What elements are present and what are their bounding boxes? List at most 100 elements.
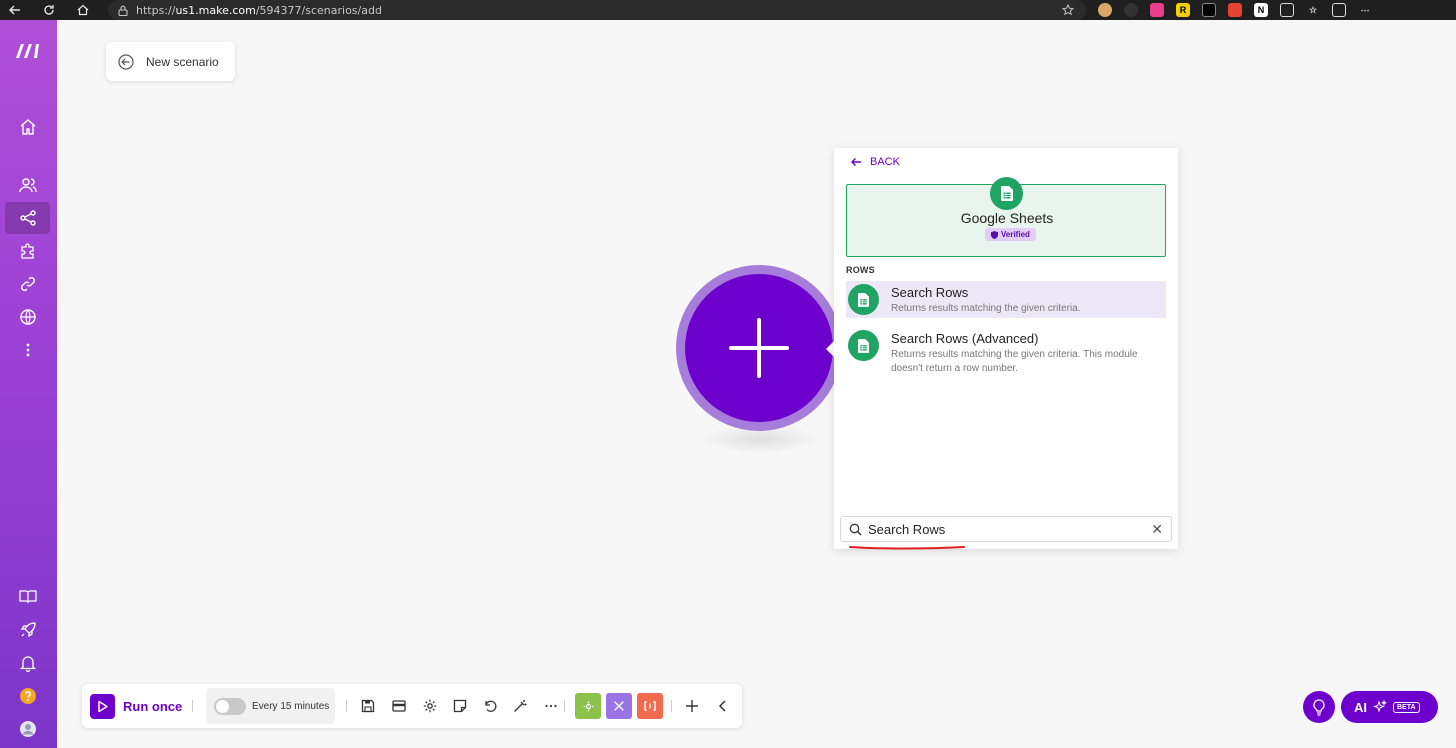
- sparkle-icon: [1373, 700, 1387, 713]
- browser-menu-icon[interactable]: ⋯: [1358, 3, 1372, 17]
- module-picker-panel: BACK Google Sheets Verified ROWS Search …: [834, 148, 1178, 549]
- search-input[interactable]: [868, 521, 1152, 537]
- google-sheets-icon: [990, 177, 1023, 210]
- section-label: ROWS: [846, 265, 875, 275]
- schedule-label[interactable]: Every 15 minutes: [252, 701, 329, 712]
- text-parser-tile[interactable]: [637, 693, 663, 719]
- url-text: https://us1.make.com/594377/scenarios/ad…: [136, 3, 382, 17]
- favorites-icon[interactable]: ☆: [1306, 3, 1320, 17]
- scenario-title[interactable]: New scenario: [146, 55, 219, 69]
- app-card[interactable]: Google Sheets Verified: [846, 177, 1166, 257]
- search-icon: [849, 523, 862, 535]
- scheduling-toggle[interactable]: [214, 697, 246, 715]
- arrow-left-icon: [851, 158, 861, 166]
- annotation-underline: [849, 546, 965, 550]
- notes-icon[interactable]: [450, 696, 470, 716]
- rocket-icon: [20, 622, 36, 638]
- module-title: Search Rows: [891, 285, 969, 300]
- extension-6-icon[interactable]: [1228, 3, 1242, 17]
- share-nodes-icon: [19, 210, 36, 226]
- run-once-label: Run once: [123, 698, 183, 714]
- browser-toolbar: https://us1.make.com/594377/scenarios/ad…: [0, 0, 1456, 20]
- sidebar-item-connections[interactable]: [5, 268, 50, 300]
- run-once-button[interactable]: Run once: [90, 692, 182, 720]
- add-icon[interactable]: [682, 696, 702, 716]
- home-icon: [20, 119, 35, 135]
- extension-2-icon[interactable]: [1124, 3, 1138, 17]
- back-circle-icon[interactable]: [118, 53, 134, 70]
- bell-icon: [19, 656, 36, 672]
- gear-icon: [583, 701, 593, 711]
- close-icon[interactable]: ✕: [1151, 521, 1163, 538]
- make-logo[interactable]: [14, 42, 42, 66]
- reload-icon[interactable]: [38, 0, 60, 20]
- avatar: [19, 721, 36, 737]
- divider: [564, 700, 565, 712]
- undo-icon[interactable]: [480, 696, 500, 716]
- extension-5-icon[interactable]: [1202, 3, 1216, 17]
- sidebar-item-launch[interactable]: [5, 614, 50, 646]
- divider: [346, 700, 347, 712]
- lightbulb-icon: [1313, 698, 1325, 716]
- schedule-control: Every 15 minutes: [206, 688, 335, 724]
- ai-assistant-button[interactable]: AI BETA: [1341, 691, 1438, 723]
- divider: [192, 700, 193, 712]
- divider: [671, 700, 672, 712]
- tools-tile[interactable]: [575, 693, 601, 719]
- sidebar-item-team[interactable]: [5, 169, 50, 201]
- collections-icon[interactable]: [1332, 3, 1346, 17]
- scheduling-settings-icon[interactable]: [389, 696, 409, 716]
- sidebar-item-more[interactable]: [5, 334, 50, 366]
- beta-badge: BETA: [1393, 701, 1420, 713]
- flow-control-icon: [614, 701, 624, 711]
- sidebar-item-notifications[interactable]: [5, 647, 50, 679]
- extension-1-icon[interactable]: [1098, 3, 1112, 17]
- ai-label: AI: [1354, 699, 1367, 715]
- search-field: ✕: [840, 516, 1172, 542]
- extension-4-icon[interactable]: R: [1176, 3, 1190, 17]
- users-icon: [18, 178, 37, 193]
- flow-control-tile[interactable]: [606, 693, 632, 719]
- lock-icon: [118, 5, 128, 16]
- auto-align-icon[interactable]: [510, 696, 530, 716]
- address-bar[interactable]: https://us1.make.com/594377/scenarios/ad…: [108, 0, 1086, 20]
- back-arrow-icon[interactable]: [4, 0, 26, 20]
- sidebar-item-scenarios[interactable]: [5, 202, 50, 234]
- sidebar-item-profile[interactable]: [5, 713, 50, 745]
- module-description: Returns results matching the given crite…: [891, 349, 1138, 374]
- module-item-search-rows[interactable]: Search Rows Returns results matching the…: [846, 281, 1166, 318]
- shield-icon: [991, 230, 998, 239]
- notion-icon[interactable]: N: [1254, 3, 1268, 17]
- link-icon: [20, 277, 35, 291]
- sidebar-item-webhooks[interactable]: [5, 301, 50, 333]
- sidebar-item-home[interactable]: [5, 111, 50, 143]
- scenario-toolbar: Run once Every 15 minutes: [82, 684, 742, 728]
- text-parser-icon: [644, 701, 656, 711]
- google-sheets-icon: [848, 330, 879, 361]
- verified-badge: Verified: [985, 228, 1036, 241]
- sidebar-item-help[interactable]: [5, 680, 50, 712]
- puzzle-icon: [20, 243, 34, 259]
- more-horizontal-icon[interactable]: [541, 696, 561, 716]
- globe-icon: [19, 309, 36, 325]
- back-button[interactable]: BACK: [850, 156, 900, 168]
- extension-3-icon[interactable]: [1150, 3, 1164, 17]
- sidebar-item-apps[interactable]: [5, 235, 50, 267]
- module-description: Returns results matching the given crite…: [891, 303, 1081, 314]
- google-sheets-icon: [848, 284, 879, 315]
- add-module-button[interactable]: [685, 274, 833, 422]
- play-icon: [90, 693, 115, 719]
- sidebar-item-docs[interactable]: [5, 581, 50, 613]
- bookmark-star-icon[interactable]: [1062, 4, 1074, 16]
- gear-icon[interactable]: [420, 696, 440, 716]
- book-icon: [18, 590, 37, 604]
- back-label: BACK: [870, 156, 900, 168]
- extension-icons: R N ☆ ⋯: [1098, 0, 1372, 20]
- module-item-search-rows-advanced[interactable]: Search Rows (Advanced) Returns results m…: [846, 327, 1166, 379]
- module-title: Search Rows (Advanced): [891, 331, 1039, 346]
- puzzle-icon[interactable]: [1280, 3, 1294, 17]
- tips-button[interactable]: [1303, 691, 1335, 723]
- chevron-left-icon[interactable]: [713, 696, 733, 716]
- home-icon[interactable]: [72, 0, 94, 20]
- save-icon[interactable]: [358, 696, 378, 716]
